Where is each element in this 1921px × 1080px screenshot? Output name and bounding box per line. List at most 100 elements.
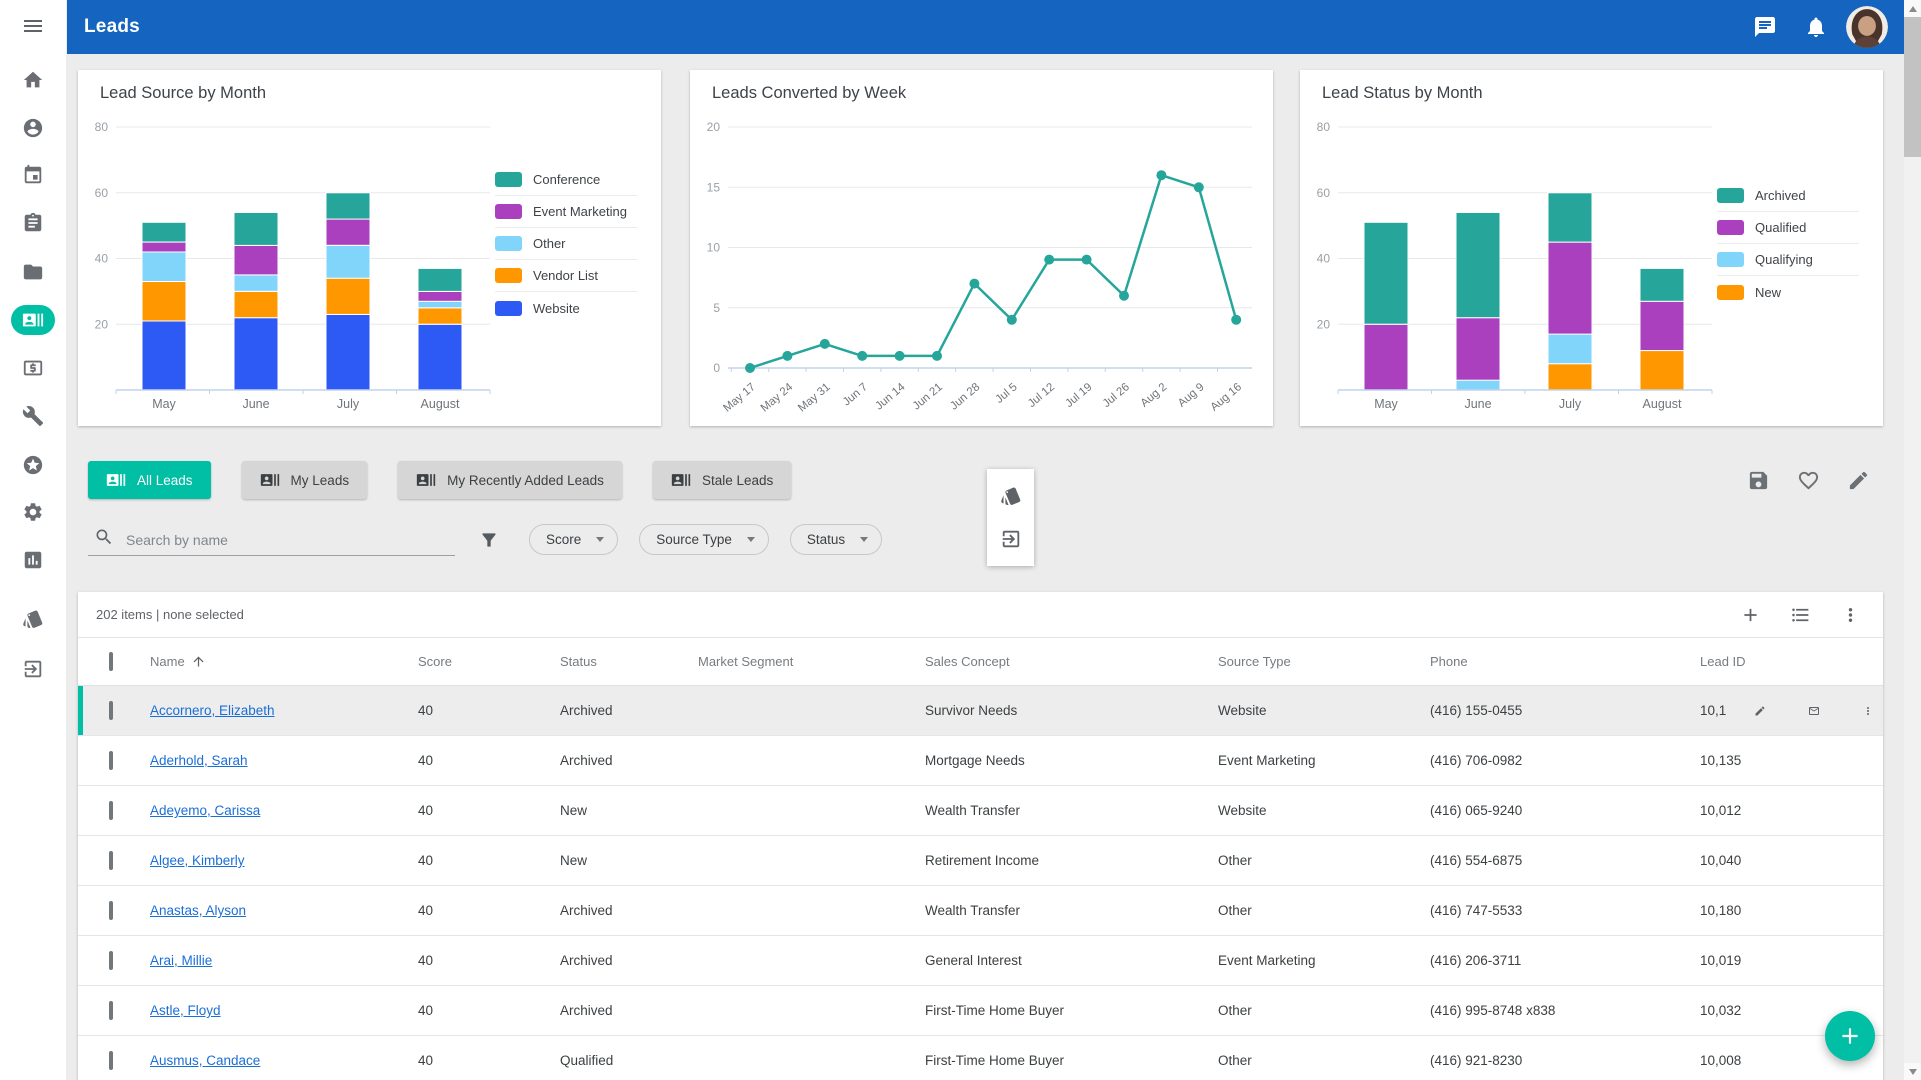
row-pencil-button[interactable] bbox=[1748, 699, 1772, 723]
scroll-down-arrow[interactable] bbox=[1904, 1063, 1921, 1080]
svg-text:40: 40 bbox=[95, 252, 109, 266]
table-row[interactable]: Algee, Kimberly 40 New Retirement Income… bbox=[78, 836, 1883, 886]
status-cell: Qualified bbox=[560, 1053, 698, 1068]
row-checkbox[interactable] bbox=[109, 701, 113, 720]
bell-icon bbox=[1804, 15, 1828, 39]
table-kebab-button[interactable] bbox=[1834, 598, 1867, 631]
sidebar-item-tags[interactable] bbox=[11, 604, 55, 634]
sidebar-item-calendar[interactable] bbox=[11, 160, 55, 190]
table-row[interactable]: Anastas, Alyson 40 Archived Wealth Trans… bbox=[78, 886, 1883, 936]
column-header-phone[interactable]: Phone bbox=[1430, 654, 1700, 669]
table-row[interactable]: Aderhold, Sarah 40 Archived Mortgage Nee… bbox=[78, 736, 1883, 786]
row-kebab-button[interactable] bbox=[1856, 699, 1880, 723]
table-row[interactable]: Astle, Floyd 40 Archived First-Time Home… bbox=[78, 986, 1883, 1036]
view-button-my-leads[interactable]: My Leads bbox=[242, 461, 368, 499]
contacts-icon bbox=[260, 470, 280, 490]
row-checkbox[interactable] bbox=[109, 901, 113, 920]
kebab-icon bbox=[1862, 701, 1874, 721]
menu-button[interactable] bbox=[15, 8, 51, 44]
view-button-all-leads[interactable]: All Leads bbox=[88, 461, 211, 499]
avatar-image bbox=[1846, 6, 1888, 48]
view-button-my-recently-added-leads[interactable]: My Recently Added Leads bbox=[398, 461, 622, 499]
score-cell: 40 bbox=[418, 1053, 560, 1068]
lead-name-link[interactable]: Algee, Kimberly bbox=[150, 853, 245, 868]
column-header-sales-concept[interactable]: Sales Concept bbox=[925, 654, 1218, 669]
lead-name-link[interactable]: Astle, Floyd bbox=[150, 1003, 221, 1018]
row-checkbox[interactable] bbox=[109, 801, 113, 820]
notifications-button[interactable] bbox=[1798, 9, 1834, 45]
scrollbar-thumb[interactable] bbox=[1904, 17, 1921, 157]
lead-name-link[interactable]: Accornero, Elizabeth bbox=[150, 703, 275, 718]
table-list-view-button[interactable] bbox=[1784, 598, 1817, 631]
svg-text:May 24: May 24 bbox=[759, 381, 796, 415]
filter-dropdown-score[interactable]: Score bbox=[529, 524, 618, 555]
legend-item-archived: Archived bbox=[1717, 180, 1859, 212]
row-checkbox[interactable] bbox=[109, 1051, 113, 1070]
lead-name-link[interactable]: Anastas, Alyson bbox=[150, 903, 246, 918]
column-header-score[interactable]: Score bbox=[418, 654, 560, 669]
screen: Leads Lead Source by Month 20406080MayJu… bbox=[0, 0, 1921, 1080]
table-row[interactable]: Accornero, Elizabeth 40 Archived Survivo… bbox=[78, 686, 1883, 736]
legend-item-website: Website bbox=[495, 292, 637, 324]
table-body: Accornero, Elizabeth 40 Archived Survivo… bbox=[78, 686, 1883, 1080]
svg-text:May: May bbox=[152, 397, 176, 411]
avatar[interactable] bbox=[1846, 6, 1888, 48]
row-checkbox[interactable] bbox=[109, 1001, 113, 1020]
svg-text:August: August bbox=[421, 397, 460, 411]
heart-button[interactable] bbox=[1790, 462, 1826, 498]
page-title: Leads bbox=[84, 16, 140, 38]
column-header-source-type[interactable]: Source Type bbox=[1218, 654, 1430, 669]
filter-dropdown-status[interactable]: Status bbox=[790, 524, 882, 555]
add-lead-fab[interactable] bbox=[1825, 1011, 1875, 1061]
sidebar-item-tasks[interactable] bbox=[11, 208, 55, 238]
select-all-checkbox[interactable] bbox=[109, 652, 113, 671]
row-checkbox[interactable] bbox=[109, 751, 113, 770]
sidebar-item-leads[interactable] bbox=[11, 305, 55, 335]
phone-cell: (416) 554-6875 bbox=[1430, 853, 1700, 868]
column-header-name[interactable]: Name bbox=[150, 654, 418, 669]
svg-text:Jul 26: Jul 26 bbox=[1101, 381, 1132, 410]
source-type-cell: Other bbox=[1218, 903, 1430, 918]
lead-name-link[interactable]: Ausmus, Candace bbox=[150, 1053, 260, 1068]
column-header-market-segment[interactable]: Market Segment bbox=[698, 654, 925, 669]
pencil-button[interactable] bbox=[1840, 462, 1876, 498]
panel-layers-button[interactable] bbox=[991, 476, 1031, 516]
scroll-up-arrow[interactable] bbox=[1904, 0, 1921, 17]
view-button-stale-leads[interactable]: Stale Leads bbox=[653, 461, 791, 499]
source-type-cell: Other bbox=[1218, 1003, 1430, 1018]
chart-card-lead-status: Lead Status by Month 20406080MayJuneJuly… bbox=[1300, 70, 1883, 426]
table-row[interactable]: Ausmus, Candace 40 Qualified First-Time … bbox=[78, 1036, 1883, 1080]
table-row[interactable]: Adeyemo, Carissa 40 New Wealth Transfer … bbox=[78, 786, 1883, 836]
lead-name-link[interactable]: Arai, Millie bbox=[150, 953, 212, 968]
row-checkbox[interactable] bbox=[109, 851, 113, 870]
filter-dropdown-source-type[interactable]: Source Type bbox=[639, 524, 769, 555]
sidebar-item-favorites[interactable] bbox=[11, 450, 55, 480]
sidebar-item-documents[interactable] bbox=[11, 257, 55, 287]
scrollbar[interactable] bbox=[1904, 0, 1921, 1080]
filter-funnel-button[interactable] bbox=[473, 524, 505, 556]
lead-name-link[interactable]: Aderhold, Sarah bbox=[150, 753, 248, 768]
sidebar-item-reports[interactable] bbox=[11, 545, 55, 575]
table-plus-button[interactable] bbox=[1734, 598, 1767, 631]
search-input[interactable] bbox=[124, 531, 455, 549]
panel-exit-button[interactable] bbox=[991, 519, 1031, 559]
sidebar-item-exit[interactable] bbox=[11, 654, 55, 684]
column-header-lead-id[interactable]: Lead ID bbox=[1700, 654, 1883, 669]
chat-button[interactable] bbox=[1747, 9, 1783, 45]
column-header-status[interactable]: Status bbox=[560, 654, 698, 669]
save-button[interactable] bbox=[1740, 462, 1776, 498]
table-row[interactable]: Arai, Millie 40 Archived General Interes… bbox=[78, 936, 1883, 986]
sidebar-item-tools[interactable] bbox=[11, 401, 55, 431]
sidebar-item-billing[interactable] bbox=[11, 353, 55, 383]
mail-icon bbox=[1808, 701, 1820, 721]
sidebar-item-home[interactable] bbox=[11, 65, 55, 95]
phone-cell: (416) 921-8230 bbox=[1430, 1053, 1700, 1068]
row-checkbox[interactable] bbox=[109, 951, 113, 970]
leads-table-card: 202 items | none selected NameScoreStatu… bbox=[78, 592, 1883, 1080]
lead-id-cell: 10,032 bbox=[1700, 1003, 1741, 1018]
sidebar-item-settings[interactable] bbox=[11, 497, 55, 527]
sidebar-item-profile[interactable] bbox=[11, 113, 55, 143]
lead-name-link[interactable]: Adeyemo, Carissa bbox=[150, 803, 260, 818]
row-actions bbox=[1748, 699, 1880, 723]
row-mail-button[interactable] bbox=[1802, 699, 1826, 723]
